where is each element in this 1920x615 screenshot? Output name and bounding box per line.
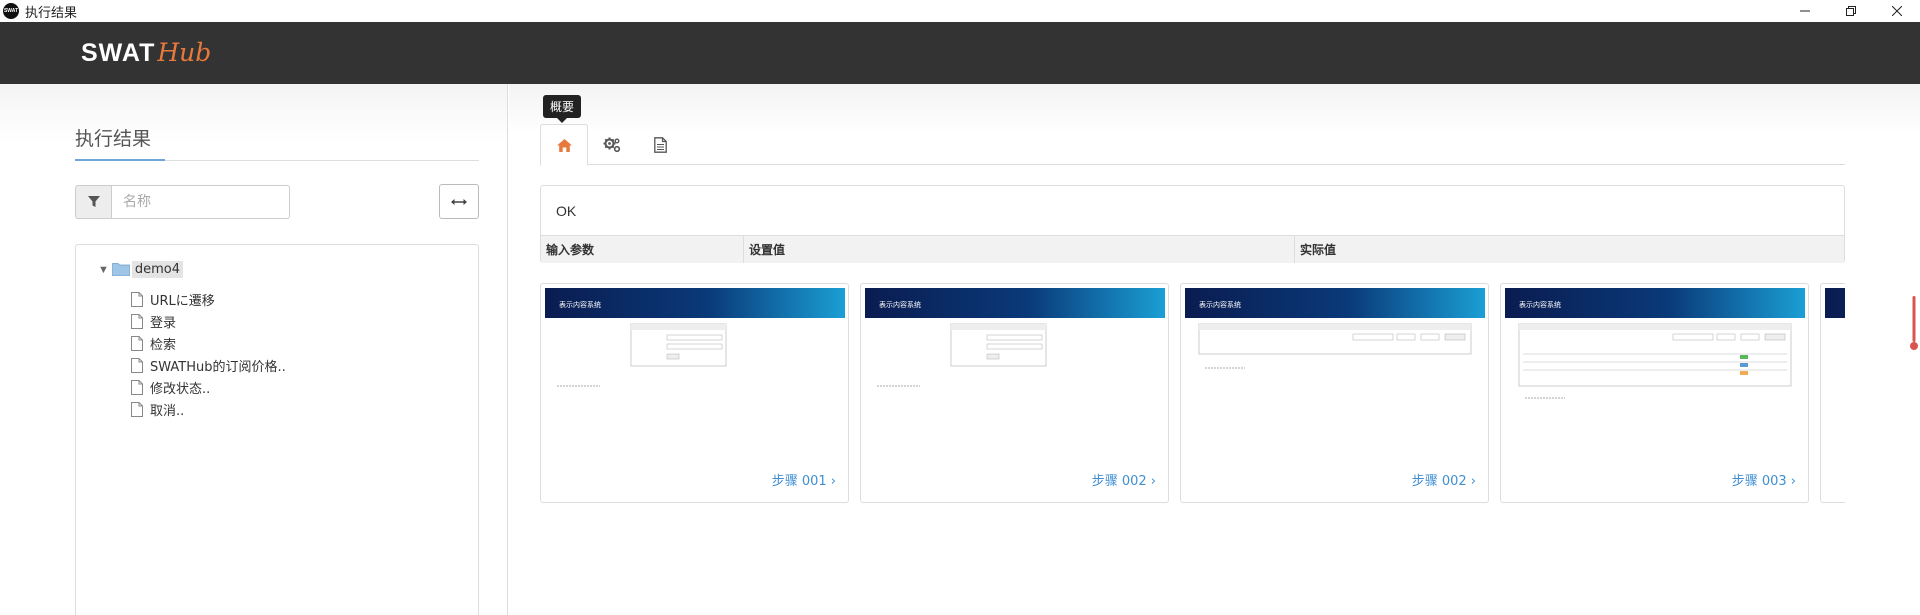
column-header-actual-value: 实际值: [1300, 243, 1337, 257]
thumbnail-banner: 表示内容系统: [545, 288, 845, 318]
step-link[interactable]: 步骤 001 ›: [772, 470, 836, 489]
tree-root-label: demo4: [131, 261, 184, 278]
execution-status: OK: [556, 203, 577, 219]
window-titlebar: SWAT 执行结果: [0, 0, 1920, 22]
file-icon: [131, 335, 143, 351]
minimize-button[interactable]: [1782, 0, 1828, 22]
tree-item[interactable]: 登录: [131, 310, 286, 332]
file-icon: [131, 379, 143, 395]
logo-main-text: SWAT: [81, 39, 156, 67]
parameter-table-header: 输入参数 设置值 实际值: [541, 235, 1844, 263]
thumbnail-banner: 表示内容系统: [1505, 288, 1805, 318]
tab-settings[interactable]: [588, 124, 636, 165]
name-filter-input[interactable]: [112, 185, 290, 219]
title-divider-accent: [75, 159, 165, 161]
step-screenshot[interactable]: 表示内容系统: [1185, 288, 1485, 428]
thumbnail-banner: [1825, 288, 1845, 318]
panel-title: 执行结果: [75, 128, 152, 150]
tree-item-label: 检索: [150, 337, 177, 353]
thumbnail-page-graphic: [1518, 323, 1792, 399]
tree-root-node[interactable]: ▼ demo4: [98, 261, 184, 278]
step-link[interactable]: 步骤 002 ›: [1092, 470, 1156, 489]
step-screenshot[interactable]: 表示内容系统: [865, 288, 1165, 428]
step-card[interactable]: 表示内容系统 步骤 003 ›: [1500, 283, 1809, 503]
step-screenshot[interactable]: 表示内容系统: [545, 288, 845, 428]
thumbnail-page-graphic: [1198, 323, 1472, 369]
tree-item[interactable]: URLに遷移: [131, 288, 286, 310]
step-card[interactable]: 表示内容系统 步骤 001 ›: [540, 283, 849, 503]
step-card[interactable]: [1820, 283, 1845, 503]
tree-item-label: SWATHub的订阅价格..: [150, 359, 286, 375]
step-cards: 表示内容系统 步骤 001 › 表示内容系统 步骤 002 › 表示内容系统 步…: [540, 283, 1845, 504]
tree-children: URLに遷移 登录 检索 SWATHub的订阅价格.. 修改状态.. 取消..: [131, 288, 286, 420]
file-icon: [131, 357, 143, 373]
caret-down-icon[interactable]: ▼: [98, 264, 109, 276]
gears-icon: [603, 137, 621, 152]
step-card[interactable]: 表示内容系统 步骤 002 ›: [860, 283, 1169, 503]
minimize-icon: [1800, 10, 1810, 12]
tree-item[interactable]: SWATHub的订阅价格..: [131, 354, 286, 376]
app-icon: SWAT: [3, 3, 19, 19]
left-panel: 执行结果 ▼ demo4 URLに遷移 登录 检索: [0, 84, 508, 615]
scroll-indicator[interactable]: [1910, 296, 1918, 352]
expand-collapse-button[interactable]: [439, 184, 479, 219]
file-icon: [131, 291, 143, 307]
step-card[interactable]: 表示内容系统 步骤 002 ›: [1180, 283, 1489, 503]
file-icon: [131, 401, 143, 417]
thumbnail-banner: 表示内容系统: [1185, 288, 1485, 318]
tree-item-label: 修改状态..: [150, 381, 211, 397]
summary-panel: OK 输入参数 设置值 实际值: [540, 185, 1845, 263]
thumbnail-banner: 表示内容系统: [865, 288, 1165, 318]
document-icon: [653, 136, 667, 153]
restore-icon: [1846, 6, 1856, 16]
tree-item-label: URLに遷移: [150, 293, 215, 309]
column-header-input-param: 输入参数: [541, 236, 744, 263]
tree-item-label: 取消..: [150, 403, 185, 419]
horizontal-arrows-icon: [451, 198, 467, 205]
tab-log[interactable]: [636, 124, 684, 165]
file-icon: [131, 313, 143, 329]
filter-group: [75, 185, 290, 219]
window-title: 执行结果: [25, 5, 78, 21]
close-button[interactable]: [1874, 0, 1920, 22]
thumbnail-page-graphic: [557, 323, 727, 387]
filter-icon: [87, 196, 100, 207]
restore-button[interactable]: [1828, 0, 1874, 22]
tree-item[interactable]: 修改状态..: [131, 376, 286, 398]
tree-item[interactable]: 检索: [131, 332, 286, 354]
column-header-set-value: 设置值: [744, 236, 1295, 263]
home-icon: [556, 138, 572, 152]
tab-tooltip: 概要: [543, 95, 582, 123]
thumbnail-page-graphic: [877, 323, 1047, 387]
tree-item-label: 登录: [150, 315, 177, 331]
tab-overview[interactable]: [540, 124, 588, 166]
tree-item[interactable]: 取消..: [131, 398, 286, 420]
result-tabs: [540, 124, 1845, 166]
step-screenshot[interactable]: [1825, 288, 1845, 428]
result-tree: ▼ demo4 URLに遷移 登录 检索 SWATHub的订阅价格.. 修改状态…: [75, 244, 479, 615]
filter-button[interactable]: [75, 185, 112, 219]
app-header: SWAT Hub: [0, 22, 1920, 84]
step-screenshot[interactable]: 表示内容系统: [1505, 288, 1805, 428]
logo-accent-text: Hub: [157, 38, 212, 67]
swathub-logo[interactable]: SWAT Hub: [81, 38, 211, 68]
close-icon: [1892, 6, 1902, 16]
step-link[interactable]: 步骤 002 ›: [1412, 470, 1476, 489]
step-link[interactable]: 步骤 003 ›: [1732, 470, 1796, 489]
folder-icon: [111, 263, 130, 276]
